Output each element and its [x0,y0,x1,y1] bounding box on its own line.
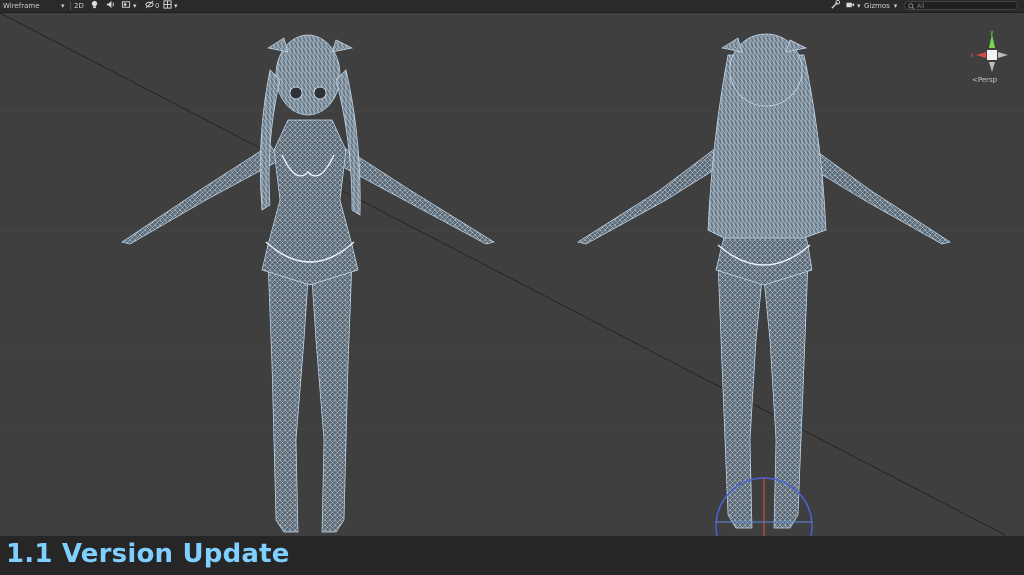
effects-icon [121,0,131,13]
hidden-count: 0 [155,2,160,10]
viewport-grid [0,110,1024,430]
audio-toggle[interactable] [106,0,115,12]
scene-toolbar: Wireframe ▾ 2D ▾ 0 ▾ ▾ Gizmos ▾ All [0,0,1024,13]
wrench-icon [831,0,840,13]
hidden-eye-icon [145,0,154,13]
grid-dropdown[interactable]: ▾ [163,0,178,12]
tools-button[interactable] [831,0,840,12]
scene-viewport[interactable]: y x <Persp [0,13,1024,536]
axis-x-label: x [970,52,974,59]
scene-search-input[interactable]: All [904,1,1018,10]
projection-toggle[interactable]: <Persp [972,76,997,84]
lighting-toggle[interactable] [90,0,99,12]
ground-line [0,13,1006,536]
character-wireframe-back [577,33,951,529]
axis-x-cone [976,52,986,58]
hidden-objects-toggle[interactable]: 0 [145,0,159,12]
speaker-icon [106,0,115,13]
toggle-2d-button[interactable]: 2D [74,0,84,12]
chevron-down-icon: ▾ [857,2,861,10]
chevron-down-icon: ▾ [133,2,137,10]
toggle-2d-label: 2D [74,2,84,10]
gizmos-dropdown[interactable]: Gizmos ▾ [864,0,897,12]
chevron-down-icon: ▾ [893,2,898,10]
chevron-down-icon: ▾ [61,2,65,10]
scene-canvas [0,13,1024,536]
axis-y-label: y [990,29,994,36]
caption-banner: 1.1 Version Update [0,536,1024,575]
axis-y-cone [989,34,995,48]
projection-label: Persp [977,76,998,84]
shading-mode-dropdown[interactable]: Wireframe ▾ [3,0,65,12]
caption-text: 1.1 Version Update [6,539,290,569]
gizmos-label: Gizmos [864,2,890,10]
search-icon [908,2,915,11]
camera-dropdown[interactable]: ▾ [845,0,861,12]
camera-icon [845,0,855,13]
shading-mode-label: Wireframe [3,2,40,10]
grid-icon [163,0,172,13]
character-wireframe-front [121,34,495,533]
chevron-down-icon: ▾ [174,2,178,10]
effects-dropdown[interactable]: ▾ [121,0,137,12]
search-placeholder: All [917,3,925,10]
lightbulb-icon [90,0,99,13]
